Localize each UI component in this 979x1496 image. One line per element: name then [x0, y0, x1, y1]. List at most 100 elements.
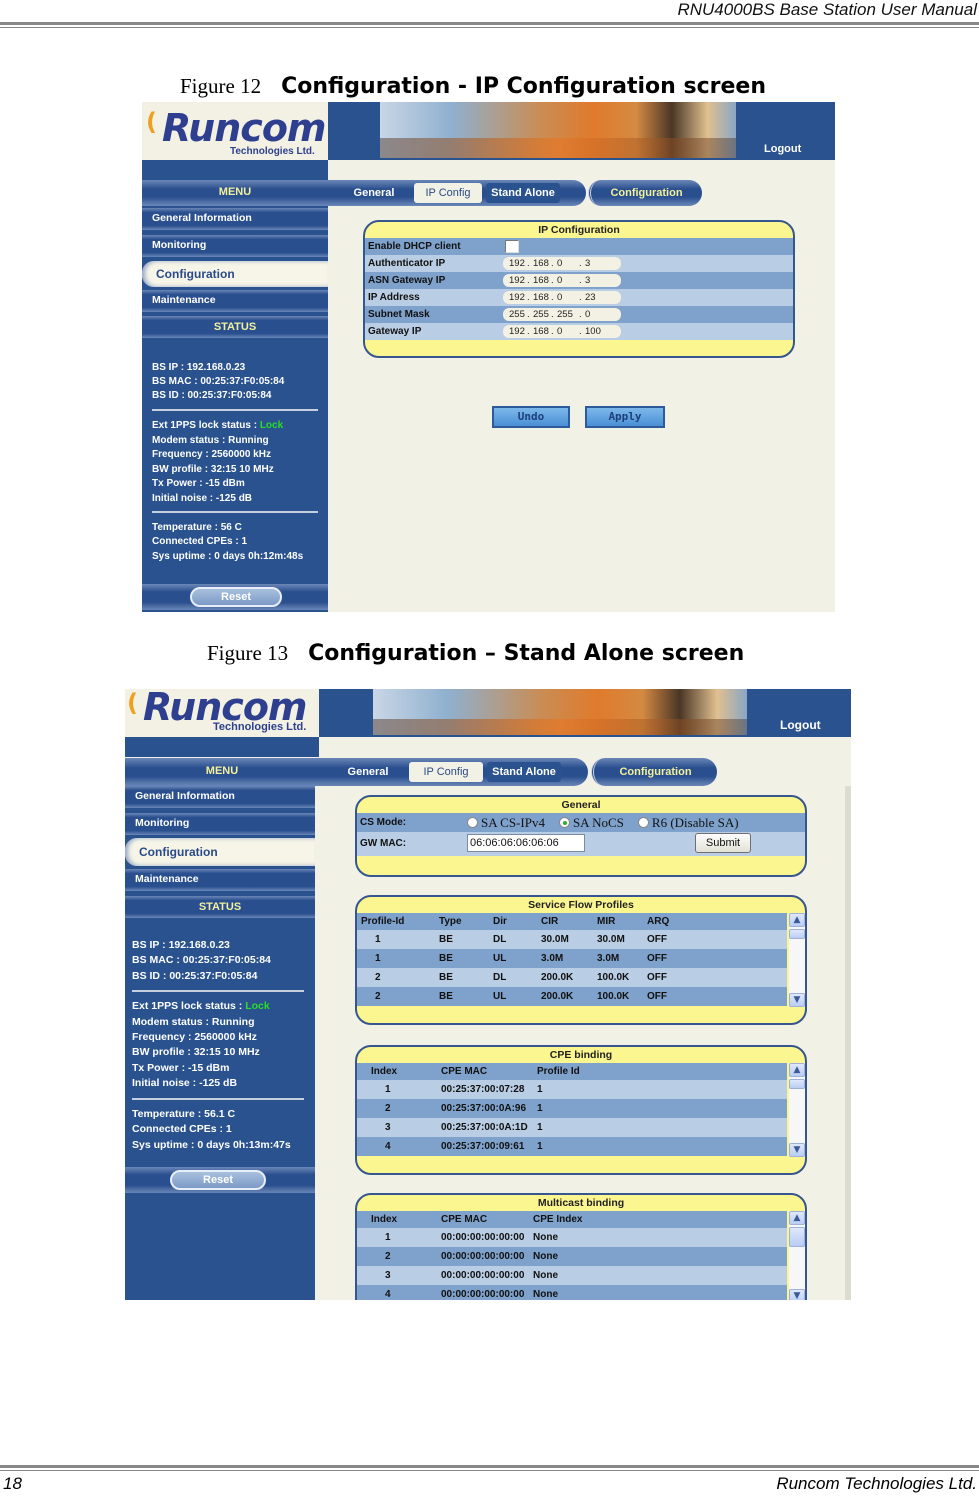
apply-button[interactable]: Apply [585, 406, 665, 428]
table-row[interactable]: 3 00:00:00:00:00:00 None [357, 1266, 787, 1285]
dhcp-row: Enable DHCP client [365, 238, 793, 255]
ip-octet[interactable]: 3 [585, 274, 590, 287]
ip-octet[interactable]: 0 [585, 308, 590, 321]
ip-octet[interactable]: 168 [533, 274, 549, 287]
table-row[interactable]: 2 BE DL 200.0K 100.0K OFF [357, 968, 787, 987]
scroll-up-icon[interactable]: ▲ [789, 1211, 805, 1225]
scroll-thumb[interactable] [789, 929, 805, 939]
gw-mac-label: GW MAC: [360, 838, 407, 849]
sidebar-item-maintenance[interactable]: Maintenance [142, 290, 328, 312]
ip-octet[interactable]: 192 [509, 257, 525, 270]
ip-address-input[interactable]: 192. 168. 0. 3 [503, 274, 621, 287]
sidebar-item-general-information[interactable]: General Information [142, 208, 328, 230]
scrollbar[interactable]: ▲ ▼ [789, 913, 805, 1007]
ip-octet[interactable]: 192 [509, 325, 525, 338]
table-row[interactable]: 2 00:25:37:00:0A:96 1 [357, 1099, 787, 1118]
table-cell: OFF [647, 953, 667, 964]
dhcp-checkbox[interactable] [505, 240, 519, 253]
table-cell: None [533, 1270, 558, 1281]
table-cell: 1 [375, 934, 381, 945]
table-row[interactable]: 1 BE UL 3.0M 3.0M OFF [357, 949, 787, 968]
submit-button[interactable]: Submit [695, 833, 751, 853]
table-row[interactable]: 2 BE UL 200.0K 100.0K OFF [357, 987, 787, 1006]
ip-octet[interactable]: 168 [533, 257, 549, 270]
cs-mode-option-label: SA CS-IPv4 [481, 815, 545, 830]
ip-octet[interactable]: 192 [509, 274, 525, 287]
table-row[interactable]: 2 00:00:00:00:00:00 None [357, 1247, 787, 1266]
ip-octet[interactable]: 100 [585, 325, 601, 338]
ip-octet[interactable]: 255 [557, 308, 573, 321]
cs-mode-option[interactable]: SA NoCS [558, 815, 624, 830]
ip-octet[interactable]: 0 [557, 325, 562, 338]
column-header: Profile-Id [361, 916, 405, 927]
ip-octet[interactable]: 0 [557, 274, 562, 287]
ip-octet[interactable]: 168 [533, 325, 549, 338]
table-row[interactable]: 1 BE DL 30.0M 30.0M OFF [357, 930, 787, 949]
ip-dot: . [551, 258, 554, 269]
table-row[interactable]: 1 00:00:00:00:00:00 None [357, 1228, 787, 1247]
sidebar-item-maintenance[interactable]: Maintenance [125, 869, 315, 891]
undo-button[interactable]: Undo [492, 406, 570, 428]
cs-mode-option[interactable]: R6 (Disable SA) [637, 815, 739, 830]
radio-button[interactable] [637, 817, 649, 828]
tab-stand-alone[interactable]: Stand Alone [486, 183, 560, 203]
table-row[interactable]: 4 00:00:00:00:00:00 None [357, 1285, 787, 1300]
ip-dot: . [527, 326, 530, 337]
radio-button[interactable] [467, 817, 478, 828]
status-lock: Ext 1PPS lock status : Lock [132, 1000, 270, 1012]
table-cell: 200.0K [541, 991, 574, 1002]
multicast-binding-table: Index CPE MAC CPE Index 1 00:00:00:00:00:00 N… [357, 1211, 787, 1300]
tab-general[interactable]: General [335, 762, 401, 782]
ip-octet[interactable]: 0 [557, 257, 562, 270]
scrollbar[interactable]: ▲ ▼ [789, 1063, 805, 1157]
sidebar-item-monitoring[interactable]: Monitoring [125, 813, 315, 835]
ip-octet[interactable]: 168 [533, 291, 549, 304]
tab-ip-config[interactable]: IP Config [414, 183, 482, 203]
ip-address-input[interactable]: 192. 168. 0. 100 [503, 325, 621, 338]
logout-link[interactable]: Logout [764, 143, 801, 155]
logout-link[interactable]: Logout [780, 718, 821, 732]
ip-address-input[interactable]: 255. 255. 255. 0 [503, 308, 621, 321]
tab-stand-alone[interactable]: Stand Alone [487, 762, 561, 782]
sidebar-item-monitoring[interactable]: Monitoring [142, 235, 328, 257]
gw-mac-input[interactable]: 06:06:06:06:06:06 [467, 834, 585, 852]
status-divider [132, 1098, 304, 1100]
table-row[interactable]: 1 00:25:37:00:07:28 1 [357, 1080, 787, 1099]
ip-octet[interactable]: 3 [585, 257, 590, 270]
ip-octet[interactable]: 0 [557, 291, 562, 304]
table-cell: BE [439, 991, 453, 1002]
status-connected-cpes: Connected CPEs : 1 [152, 536, 248, 547]
scroll-down-icon[interactable]: ▼ [789, 1289, 805, 1300]
table-row[interactable]: 4 00:25:37:00:09:61 1 [357, 1137, 787, 1156]
scroll-thumb[interactable] [789, 1079, 805, 1089]
reset-button[interactable]: Reset [170, 1170, 266, 1190]
ip-address-input[interactable]: 192. 168. 0. 3 [503, 257, 621, 270]
scroll-up-icon[interactable]: ▲ [789, 1063, 805, 1077]
scroll-thumb[interactable] [789, 1227, 805, 1247]
scroll-up-icon[interactable]: ▲ [789, 913, 805, 927]
table-row[interactable]: 3 00:25:37:00:0A:1D 1 [357, 1118, 787, 1137]
cs-mode-option[interactable]: SA CS-IPv4 [467, 815, 545, 830]
ip-dot: . [527, 275, 530, 286]
ip-address-input[interactable]: 192. 168. 0. 23 [503, 291, 621, 304]
reset-button[interactable]: Reset [190, 587, 282, 607]
ip-octet[interactable]: 23 [585, 291, 596, 304]
ip-octet[interactable]: 255 [509, 308, 525, 321]
scroll-down-icon[interactable]: ▼ [789, 993, 805, 1007]
scroll-down-icon[interactable]: ▼ [789, 1143, 805, 1157]
scrollbar[interactable]: ▲ ▼ [789, 1211, 805, 1300]
sidebar-item-configuration[interactable]: Configuration [125, 838, 315, 866]
ip-octet[interactable]: 255 [533, 308, 549, 321]
sidebar-item-configuration[interactable]: Configuration [142, 261, 328, 287]
panel-title: IP Configuration [538, 224, 620, 236]
tab-general[interactable]: General [342, 183, 406, 203]
page-scrollbar[interactable] [845, 786, 851, 1300]
tab-ip-config[interactable]: IP Config [409, 762, 483, 782]
radio-button[interactable] [558, 817, 570, 828]
ip-octet[interactable]: 192 [509, 291, 525, 304]
sidebar-item-general-information[interactable]: General Information [125, 786, 315, 808]
ip-dot: . [527, 292, 530, 303]
table-cell: None [533, 1251, 558, 1262]
cs-mode-row: CS Mode: SA CS-IPv4 SA NoCS R6 (Disable SA… [357, 813, 805, 832]
table-cell: BE [439, 953, 453, 964]
